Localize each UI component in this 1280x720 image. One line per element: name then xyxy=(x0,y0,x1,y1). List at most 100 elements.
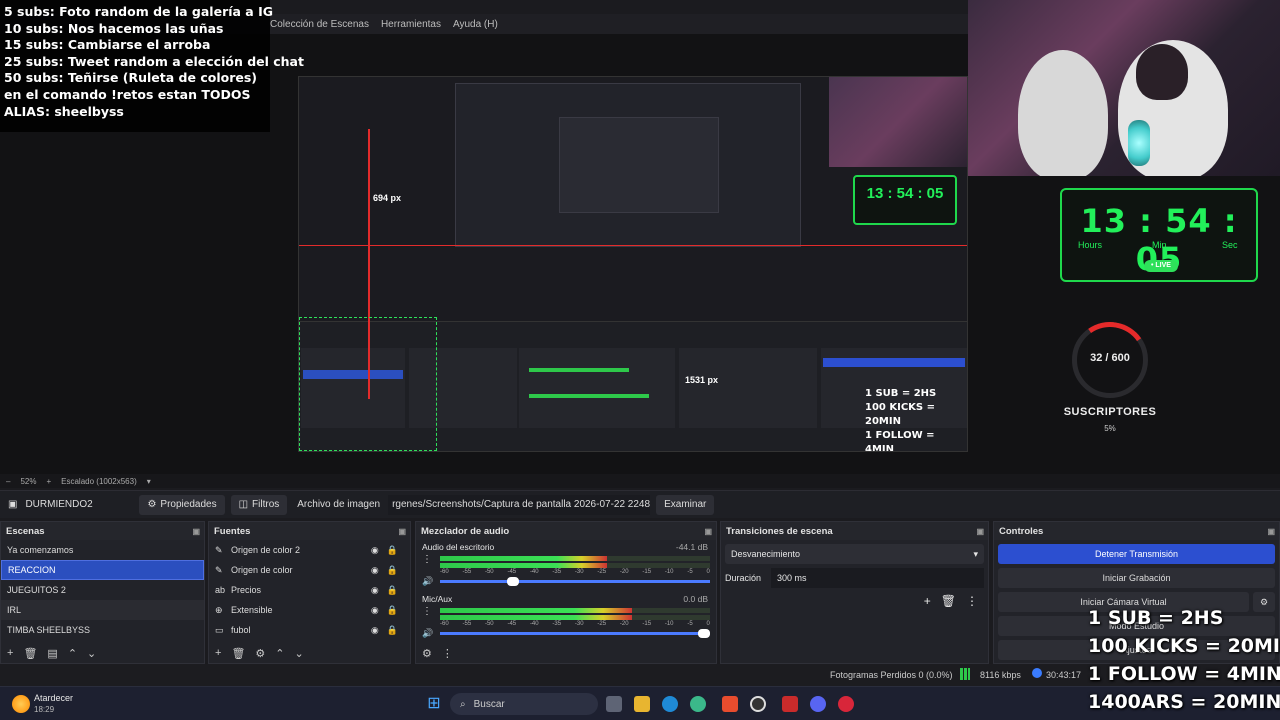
lamp xyxy=(1128,120,1150,166)
more-options-icon[interactable]: ⋮ xyxy=(422,606,432,617)
undock-icon[interactable]: ▣ xyxy=(398,527,406,536)
gear-icon[interactable]: ⚙ xyxy=(255,647,265,660)
add-transition-icon[interactable]: + xyxy=(924,594,931,608)
source-item[interactable]: ✎ Origen de color ◉ 🔒 xyxy=(209,560,410,580)
lock-icon[interactable]: 🔒 xyxy=(387,605,398,616)
transitions-title-bar: Transiciones de escena ▣ xyxy=(721,522,988,540)
volume-slider[interactable] xyxy=(440,632,710,635)
app-icon[interactable] xyxy=(838,696,854,712)
more-options-icon[interactable]: ⋮ xyxy=(966,594,978,608)
lock-icon[interactable]: 🔒 xyxy=(387,625,398,636)
transition-select[interactable]: Desvanecimiento ▾ xyxy=(725,544,984,564)
trash-icon[interactable]: 🗑 xyxy=(941,594,956,608)
source-item[interactable]: ✎ Origen de color 2 ◉ 🔒 xyxy=(209,540,410,560)
level-meter-fill xyxy=(440,608,632,613)
duration-input[interactable]: 300 ms xyxy=(771,568,984,588)
filter-icon: ◫ xyxy=(238,499,249,510)
more-options-icon[interactable]: ⋮ xyxy=(422,554,432,565)
undock-icon[interactable]: ▣ xyxy=(192,527,200,536)
move-up-icon[interactable]: ⌃ xyxy=(275,647,284,660)
trash-icon[interactable]: 🗑 xyxy=(231,647,245,660)
lock-icon[interactable]: 🔒 xyxy=(387,585,398,596)
channel-name: Audio del escritorio xyxy=(422,542,495,552)
move-down-icon[interactable]: ⌄ xyxy=(295,647,304,660)
source-item[interactable]: ⊕ Extensible ◉ 🔒 xyxy=(209,600,410,620)
volume-slider-thumb[interactable] xyxy=(698,629,710,638)
eye-icon[interactable]: ◉ xyxy=(371,605,379,616)
advanced-audio-icon[interactable]: ⚙ xyxy=(422,647,432,660)
nested-transitions xyxy=(679,348,817,428)
scene-item[interactable]: JUEGUITOS 2 xyxy=(1,580,204,600)
menu-item-help[interactable]: Ayuda (H) xyxy=(453,19,498,30)
rule-line: 1 FOLLOW = 4MIN xyxy=(1088,663,1280,685)
source-item[interactable]: ▭ fubol ◉ 🔒 xyxy=(209,620,410,640)
zoom-in-button[interactable]: + xyxy=(46,477,51,486)
eye-icon[interactable]: ◉ xyxy=(371,585,379,596)
selection-box[interactable] xyxy=(299,317,437,451)
browse-button[interactable]: Examinar xyxy=(656,494,715,515)
tick: -60 xyxy=(440,621,449,627)
discord-icon[interactable] xyxy=(810,696,826,712)
tick: -40 xyxy=(529,621,539,627)
scene-item[interactable]: Ya comenzamos xyxy=(1,540,204,560)
dropped-frames: Fotogramas Perdidos 0 (0.0%) xyxy=(830,670,953,680)
task-view-icon[interactable] xyxy=(606,696,622,712)
more-options-icon[interactable]: ⋮ xyxy=(442,647,453,660)
file-explorer-icon[interactable] xyxy=(634,696,650,712)
edge-icon[interactable] xyxy=(662,696,678,712)
volume-slider-thumb[interactable] xyxy=(507,577,520,586)
zoom-out-button[interactable]: – xyxy=(6,477,10,486)
scene-item-selected[interactable]: REACCION xyxy=(1,560,204,580)
menu-item-tools[interactable]: Herramientas xyxy=(381,19,441,30)
start-recording-button[interactable]: Iniciar Grabación xyxy=(998,568,1275,588)
add-source-icon[interactable]: + xyxy=(215,647,221,659)
scenes-dock: Escenas ▣ Ya comenzamos REACCION JUEGUITO… xyxy=(0,521,205,664)
windows-start-icon[interactable]: ⊞ xyxy=(426,696,442,712)
nested-preview-capture[interactable]: 13 : 54 : 05 694 px 1531 px 1 SUB = 2HS … xyxy=(298,76,968,452)
scene-item[interactable]: TIMBA SHEELBYSS xyxy=(1,620,204,640)
clock-hours-label: Hours xyxy=(1078,240,1103,250)
undock-icon[interactable]: ▣ xyxy=(704,527,712,536)
zoom-level[interactable]: 52% xyxy=(20,477,36,486)
tick: -30 xyxy=(574,621,584,627)
filters-button[interactable]: ◫ Filtros xyxy=(230,494,288,515)
undock-icon[interactable]: ▣ xyxy=(976,527,984,536)
speaker-icon[interactable]: 🔊 xyxy=(422,576,433,587)
nested-meter-1 xyxy=(529,368,629,372)
lock-icon[interactable]: 🔒 xyxy=(387,565,398,576)
challenge-line: en el comando !retos estan TODOS xyxy=(4,86,251,102)
source-item[interactable]: ab Precios ◉ 🔒 xyxy=(209,580,410,600)
person-right-hair xyxy=(1136,44,1188,100)
weather-icon[interactable] xyxy=(12,695,30,713)
tick: 0 xyxy=(706,569,710,575)
undock-icon[interactable]: ▣ xyxy=(1267,527,1275,536)
stop-streaming-button[interactable]: Detener Transmisión xyxy=(998,544,1275,564)
obs-icon[interactable] xyxy=(750,696,766,712)
move-down-icon[interactable]: ⌄ xyxy=(87,647,96,660)
weather-label[interactable]: Atardecer xyxy=(34,693,73,703)
eye-icon[interactable]: ◉ xyxy=(371,625,379,636)
chrome-icon[interactable] xyxy=(690,696,706,712)
scaling-label[interactable]: Escalado (1002x563) xyxy=(61,477,137,486)
properties-button[interactable]: ⚙ Propiedades xyxy=(139,494,225,515)
image-path-field[interactable]: rgenes/Screenshots/Captura de pantalla 2… xyxy=(388,494,651,515)
menu-item-scene-collection[interactable]: Colección de Escenas xyxy=(270,19,369,30)
scene-item[interactable]: IRL xyxy=(1,600,204,620)
lock-icon[interactable]: 🔒 xyxy=(387,545,398,556)
scene-filter-icon[interactable]: ▤ xyxy=(47,647,57,660)
add-scene-icon[interactable]: + xyxy=(7,647,13,659)
taskbar-search[interactable]: ⌕ Buscar xyxy=(450,693,598,715)
eye-icon[interactable]: ◉ xyxy=(371,565,379,576)
brave-icon[interactable] xyxy=(722,696,738,712)
app-red-icon[interactable] xyxy=(782,696,798,712)
speaker-icon[interactable]: 🔊 xyxy=(422,628,433,639)
eye-icon[interactable]: ◉ xyxy=(371,545,379,556)
audio-mixer-dock: Mezclador de audio ▣ Audio del escritorio… xyxy=(415,521,717,664)
move-up-icon[interactable]: ⌃ xyxy=(68,647,77,660)
nested-capture-deep xyxy=(559,117,719,213)
chevron-down-icon[interactable]: ▾ xyxy=(147,477,151,486)
tick: -45 xyxy=(507,621,517,627)
subs-goal-label: SUSCRIPTORES xyxy=(1063,406,1157,418)
trash-icon[interactable]: 🗑 xyxy=(23,647,37,660)
volume-slider[interactable] xyxy=(440,580,710,583)
